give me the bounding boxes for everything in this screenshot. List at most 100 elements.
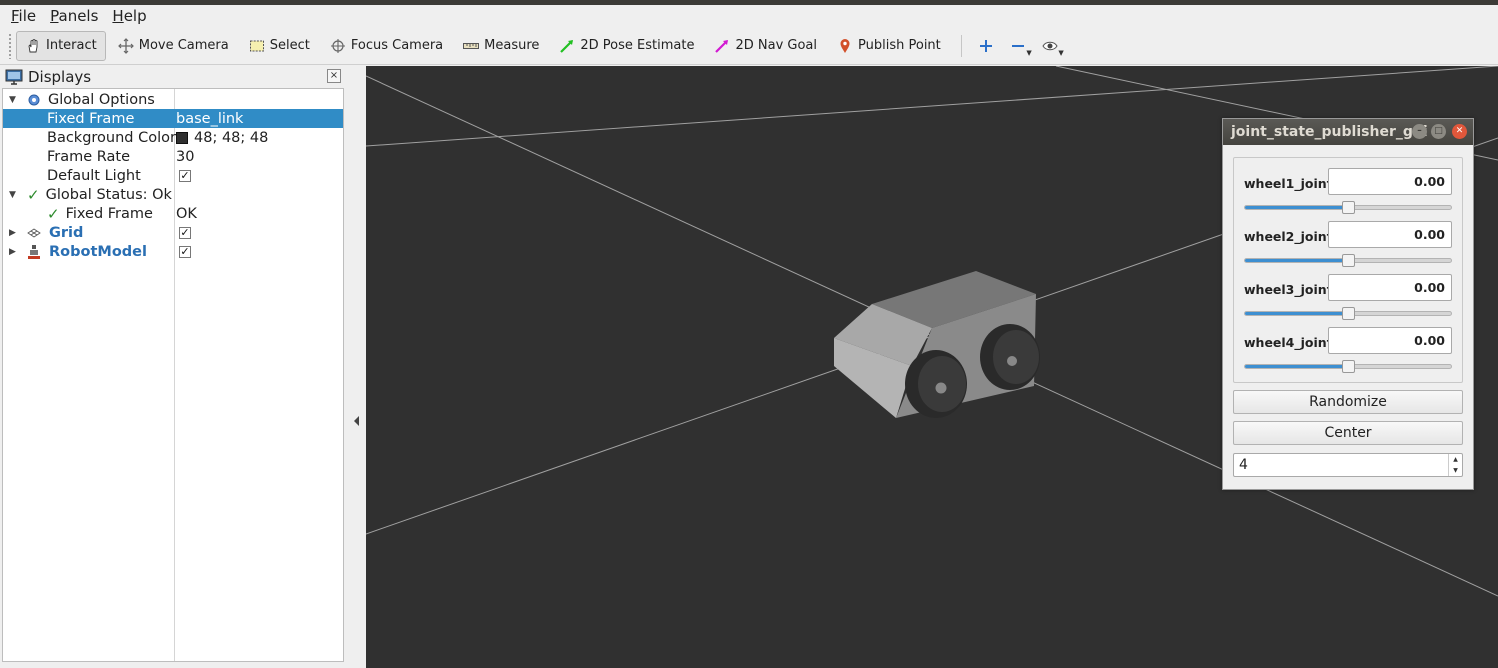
- jsp-title-text: joint_state_publisher_gui: [1231, 124, 1428, 140]
- slider-handle[interactable]: [1342, 307, 1355, 320]
- focus-camera-tool-button[interactable]: Focus Camera: [322, 31, 451, 61]
- robot-icon: [28, 244, 40, 259]
- menu-file-label: ile: [18, 7, 37, 25]
- measure-tool-button[interactable]: Measure: [455, 31, 547, 61]
- nav-goal-tool-label: 2D Nav Goal: [735, 38, 818, 53]
- spin-down-icon[interactable]: ▼: [1449, 465, 1462, 476]
- spin-up-icon[interactable]: ▲: [1449, 454, 1462, 465]
- displays-tree: ▼ Global Options Fixed Frame base_link B…: [2, 88, 344, 662]
- color-swatch: [176, 131, 188, 144]
- expand-arrow-icon[interactable]: ▼: [9, 190, 19, 200]
- tree-row-frame-rate[interactable]: Frame Rate 30: [3, 147, 343, 166]
- add-tool-button[interactable]: [970, 31, 1002, 61]
- tree-row-grid[interactable]: ▶ Grid ✓: [3, 223, 343, 242]
- check-icon: ✓: [27, 185, 40, 204]
- tree-row-background-color[interactable]: Background Color 48; 48; 48: [3, 128, 343, 147]
- minimize-button[interactable]: –: [1412, 124, 1427, 139]
- frame-rate-value[interactable]: 30: [176, 149, 194, 165]
- toolbar-separator: [960, 34, 962, 57]
- collapse-arrow-icon[interactable]: [354, 416, 359, 426]
- nav-goal-tool-button[interactable]: 2D Nav Goal: [706, 31, 825, 61]
- maximize-button[interactable]: □: [1431, 124, 1446, 139]
- publish-point-tool-button[interactable]: Publish Point: [829, 31, 949, 61]
- crosshair-icon: [330, 38, 346, 54]
- measure-tool-label: Measure: [484, 38, 540, 53]
- jsp-titlebar[interactable]: joint_state_publisher_gui – □ ✕: [1223, 119, 1473, 145]
- center-button[interactable]: Center: [1233, 421, 1463, 445]
- slider-fill: [1245, 312, 1348, 315]
- joint-value-input[interactable]: 0.00: [1328, 274, 1452, 301]
- select-box-icon: [249, 38, 265, 54]
- tree-row-robot-model[interactable]: ▶ RobotModel ✓: [3, 242, 343, 261]
- grid-icon: [27, 227, 41, 238]
- focus-camera-tool-label: Focus Camera: [350, 38, 444, 53]
- joint-value-input[interactable]: 0.00: [1328, 221, 1452, 248]
- global-status-label: Global Status: Ok: [45, 186, 172, 203]
- randomize-button[interactable]: Randomize: [1233, 390, 1463, 414]
- tree-row-global-options[interactable]: ▼ Global Options: [3, 90, 343, 109]
- default-light-checkbox[interactable]: ✓: [179, 169, 191, 182]
- spin-arrows[interactable]: ▲ ▼: [1448, 454, 1462, 476]
- joint-value-input[interactable]: 0.00: [1328, 327, 1452, 354]
- interact-tool-button[interactable]: Interact: [16, 30, 106, 61]
- joint-slider[interactable]: [1244, 201, 1452, 214]
- joint-slider[interactable]: [1244, 254, 1452, 267]
- status-fixed-frame-label: Fixed Frame: [65, 205, 153, 222]
- check-icon: ✓: [47, 204, 60, 223]
- background-color-value[interactable]: 48; 48; 48: [176, 130, 268, 146]
- select-tool-label: Select: [269, 38, 310, 53]
- slider-handle[interactable]: [1342, 254, 1355, 267]
- close-panel-button[interactable]: ×: [327, 69, 341, 83]
- move-camera-tool-button[interactable]: Move Camera: [110, 31, 237, 61]
- panel-splitter[interactable]: [346, 66, 366, 668]
- slider-handle[interactable]: [1342, 201, 1355, 214]
- columns-spinbox[interactable]: 4 ▲ ▼: [1233, 453, 1463, 477]
- joint-slider[interactable]: [1244, 360, 1452, 373]
- view-tool-button[interactable]: ▼: [1034, 31, 1066, 61]
- joint-label: wheel1_joint: [1244, 176, 1333, 191]
- close-window-button[interactable]: ✕: [1452, 124, 1467, 139]
- expand-arrow-icon[interactable]: ▶: [9, 247, 19, 257]
- menu-panels[interactable]: Panels: [43, 7, 105, 25]
- menubar: File Panels Help: [0, 5, 1498, 27]
- joint-slider[interactable]: [1244, 307, 1452, 320]
- pose-estimate-tool-label: 2D Pose Estimate: [580, 38, 695, 53]
- expand-arrow-icon[interactable]: ▼: [9, 95, 19, 105]
- menu-file-mnemonic: F: [11, 7, 19, 25]
- displays-panel-title: Displays: [0, 66, 346, 88]
- robot-model-label: RobotModel: [49, 243, 147, 260]
- displays-title-text: Displays: [28, 68, 92, 86]
- default-light-label: Default Light: [47, 167, 141, 184]
- remove-tool-button[interactable]: ▼: [1002, 31, 1034, 61]
- select-tool-button[interactable]: Select: [241, 31, 318, 61]
- joint-label: wheel3_joint: [1244, 282, 1333, 297]
- green-arrow-icon: [559, 38, 575, 54]
- grid-checkbox[interactable]: ✓: [179, 226, 191, 239]
- joint-value-input[interactable]: 0.00: [1328, 168, 1452, 195]
- minus-icon: [1011, 44, 1024, 47]
- columns-value: 4: [1239, 457, 1248, 473]
- eye-icon: [1042, 41, 1058, 50]
- fixed-frame-label: Fixed Frame: [47, 110, 135, 127]
- pose-estimate-tool-button[interactable]: 2D Pose Estimate: [551, 31, 702, 61]
- tree-row-global-status[interactable]: ▼ ✓ Global Status: Ok: [3, 185, 343, 204]
- tree-row-default-light[interactable]: Default Light ✓: [3, 166, 343, 185]
- tree-row-status-fixed-frame[interactable]: ✓ Fixed Frame OK: [3, 204, 343, 223]
- robot-model-checkbox[interactable]: ✓: [179, 245, 191, 258]
- hand-icon: [25, 38, 41, 54]
- joint-row-wheel2: wheel2_joint 0.00: [1244, 221, 1454, 274]
- joint-state-publisher-window: joint_state_publisher_gui – □ ✕ wheel1_j…: [1222, 118, 1474, 490]
- minimize-icon: –: [1417, 126, 1422, 136]
- displays-panel: Displays × ▼ Global Options Fixed Frame …: [0, 66, 346, 668]
- move-camera-icon: [117, 37, 134, 54]
- slider-handle[interactable]: [1342, 360, 1355, 373]
- menu-help[interactable]: Help: [105, 7, 153, 25]
- toolbar-grip[interactable]: [8, 32, 12, 59]
- background-color-text: 48; 48; 48: [194, 129, 269, 146]
- fixed-frame-value[interactable]: base_link: [176, 111, 243, 127]
- slider-fill: [1245, 259, 1348, 262]
- tree-row-fixed-frame[interactable]: Fixed Frame base_link: [3, 109, 343, 128]
- tree-item-robot-model: RobotModel: [27, 244, 147, 260]
- expand-arrow-icon[interactable]: ▶: [9, 228, 19, 238]
- menu-file[interactable]: File: [4, 7, 43, 25]
